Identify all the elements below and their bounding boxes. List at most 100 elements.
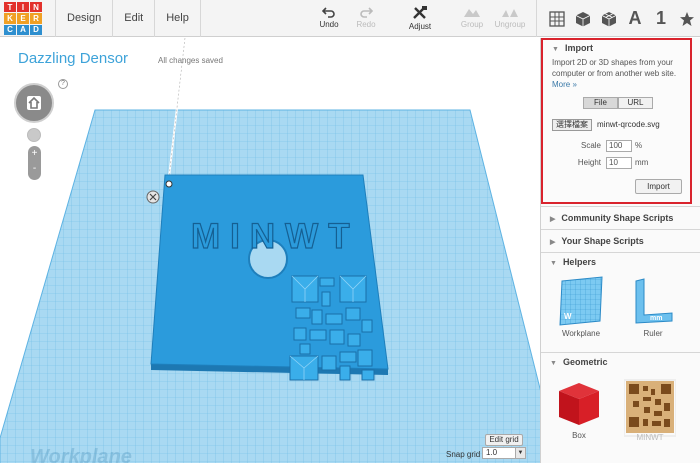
workplane-helper-label: Workplane — [561, 329, 601, 338]
undo-icon — [322, 7, 335, 18]
community-scripts-title: Community Shape Scripts — [561, 213, 674, 223]
logo-letter-e: E — [17, 13, 29, 24]
helpers-title: Helpers — [562, 257, 596, 267]
svg-text:mm: mm — [650, 315, 662, 322]
height-unit: mm — [635, 158, 649, 167]
zoom-out-button[interactable]: - — [28, 161, 41, 176]
import-button[interactable]: Import — [635, 179, 682, 194]
workplane-label: Workplane — [30, 446, 132, 463]
ruler-helper[interactable]: mm Ruler — [627, 275, 679, 338]
import-description-text: Import 2D or 3D shapes from your compute… — [552, 58, 677, 78]
ruler-helper-label: Ruler — [643, 329, 663, 338]
save-status: All changes saved — [158, 56, 223, 65]
chevron-down-icon: ▼ — [515, 448, 525, 458]
geometric-title: Geometric — [562, 357, 608, 367]
ungroup-label: Ungroup — [494, 20, 526, 29]
text-shape-icon[interactable]: A — [622, 0, 648, 37]
workplane-helper-icon: W — [559, 276, 603, 326]
helpers-section: ▼ Helpers W Workplane mm Ruler — [541, 252, 700, 352]
workplane-helper[interactable]: W Workplane — [555, 275, 607, 338]
adjust-label: Adjust — [408, 22, 432, 31]
import-tabs: File URL — [583, 97, 653, 109]
view-icons: A 1 — [536, 0, 700, 37]
ungroup-icon — [502, 9, 518, 17]
orbit-control[interactable] — [14, 83, 54, 123]
zoom-control[interactable]: + - — [28, 146, 41, 180]
your-scripts-title: Your Shape Scripts — [561, 236, 644, 246]
right-panel: ▼ Import Import 2D or 3D shapes from your… — [540, 38, 700, 463]
expand-triangle-icon: ▶ — [550, 239, 556, 246]
geometric-header[interactable]: ▼ Geometric — [550, 357, 607, 367]
menu-edit[interactable]: Edit — [112, 0, 154, 37]
adjust-icon — [413, 6, 427, 19]
design-title[interactable]: Dazzling Densor — [18, 50, 128, 67]
tab-url[interactable]: URL — [618, 97, 653, 109]
home-view-icon[interactable] — [27, 96, 41, 110]
logo-letter-n: N — [30, 2, 42, 13]
redo-icon — [360, 7, 373, 18]
scale-row: Scale 100 % — [543, 140, 694, 154]
group-icon — [464, 9, 480, 17]
custom-qr-shape[interactable]: MINWT — [621, 377, 679, 442]
import-description: Import 2D or 3D shapes from your compute… — [552, 57, 690, 90]
group-button[interactable]: Group — [452, 6, 492, 29]
geometric-section: ▼ Geometric Box MINWT — [541, 352, 700, 463]
grid-view-icon[interactable] — [544, 0, 570, 37]
redo-label: Redo — [356, 20, 376, 29]
height-label: Height — [577, 158, 601, 167]
fit-view-icon[interactable] — [27, 128, 41, 142]
snap-grid-select[interactable]: 1.0 ▼ — [482, 447, 526, 459]
menu-design[interactable]: Design — [55, 0, 112, 37]
adjust-button[interactable]: Adjust — [400, 6, 440, 31]
import-header[interactable]: ▼ Import — [552, 43, 593, 53]
main-menu: Design Edit Help — [55, 0, 201, 37]
tab-file[interactable]: File — [583, 97, 618, 109]
ungroup-button[interactable]: Ungroup — [490, 6, 530, 29]
edit-grid-button[interactable]: Edit grid — [485, 434, 523, 446]
helpers-header[interactable]: ▼ Helpers — [550, 257, 596, 267]
qr-shape-icon — [623, 379, 677, 437]
rotate-handle[interactable] — [165, 180, 173, 188]
scale-input[interactable]: 100 — [606, 140, 632, 152]
undo-label: Undo — [319, 20, 339, 29]
logo-letter-k: K — [4, 13, 16, 24]
multi-cube-icon[interactable] — [596, 0, 622, 37]
redo-button[interactable]: Redo — [346, 6, 386, 29]
logo-letter-a: A — [17, 24, 29, 35]
ruler-icon: mm — [635, 278, 673, 324]
box-shape-label: Box — [572, 431, 586, 440]
design-canvas[interactable]: MINWT Dazzling Densor All changes saved … — [0, 38, 540, 463]
collapse-triangle-icon: ▼ — [552, 46, 559, 53]
your-scripts-header[interactable]: ▶ Your Shape Scripts — [541, 229, 700, 251]
group-label: Group — [460, 20, 484, 29]
logo-letter-i: I — [17, 2, 29, 13]
community-scripts-header[interactable]: ▶ Community Shape Scripts — [541, 206, 700, 228]
undo-button[interactable]: Undo — [309, 6, 349, 29]
logo-letter-d: D — [30, 24, 42, 35]
more-link[interactable]: More » — [552, 80, 577, 89]
number-shape-icon[interactable]: 1 — [648, 0, 674, 37]
help-icon[interactable]: ? — [58, 79, 68, 89]
logo-letter-t: T — [4, 2, 16, 13]
box-shape[interactable]: Box — [553, 377, 605, 440]
import-title: Import — [564, 43, 593, 53]
box-shape-icon — [559, 383, 599, 425]
snap-grid-value: 1.0 — [486, 448, 498, 457]
workplane-scene: MINWT — [0, 38, 540, 463]
zoom-in-button[interactable]: + — [28, 146, 41, 161]
cube-view-icon[interactable] — [570, 0, 596, 37]
selected-file-name: minwt-qrcode.svg — [597, 120, 660, 129]
scale-unit: % — [635, 141, 643, 150]
choose-file-button[interactable]: 選擇檔案 — [552, 119, 592, 131]
scale-label: Scale — [580, 141, 601, 150]
menu-help[interactable]: Help — [154, 0, 201, 37]
collapse-triangle-icon: ▼ — [550, 260, 557, 267]
logo-letter-c: C — [4, 24, 16, 35]
tinkercad-logo[interactable]: T I N K E R C A D — [4, 2, 42, 35]
star-icon[interactable] — [674, 0, 700, 37]
expand-triangle-icon: ▶ — [550, 216, 556, 223]
height-input[interactable]: 10 — [606, 157, 632, 169]
import-section: ▼ Import Import 2D or 3D shapes from your… — [541, 38, 692, 204]
model-text: MINWT — [191, 217, 360, 256]
top-toolbar: T I N K E R C A D Design Edit Help Undo … — [0, 0, 700, 37]
